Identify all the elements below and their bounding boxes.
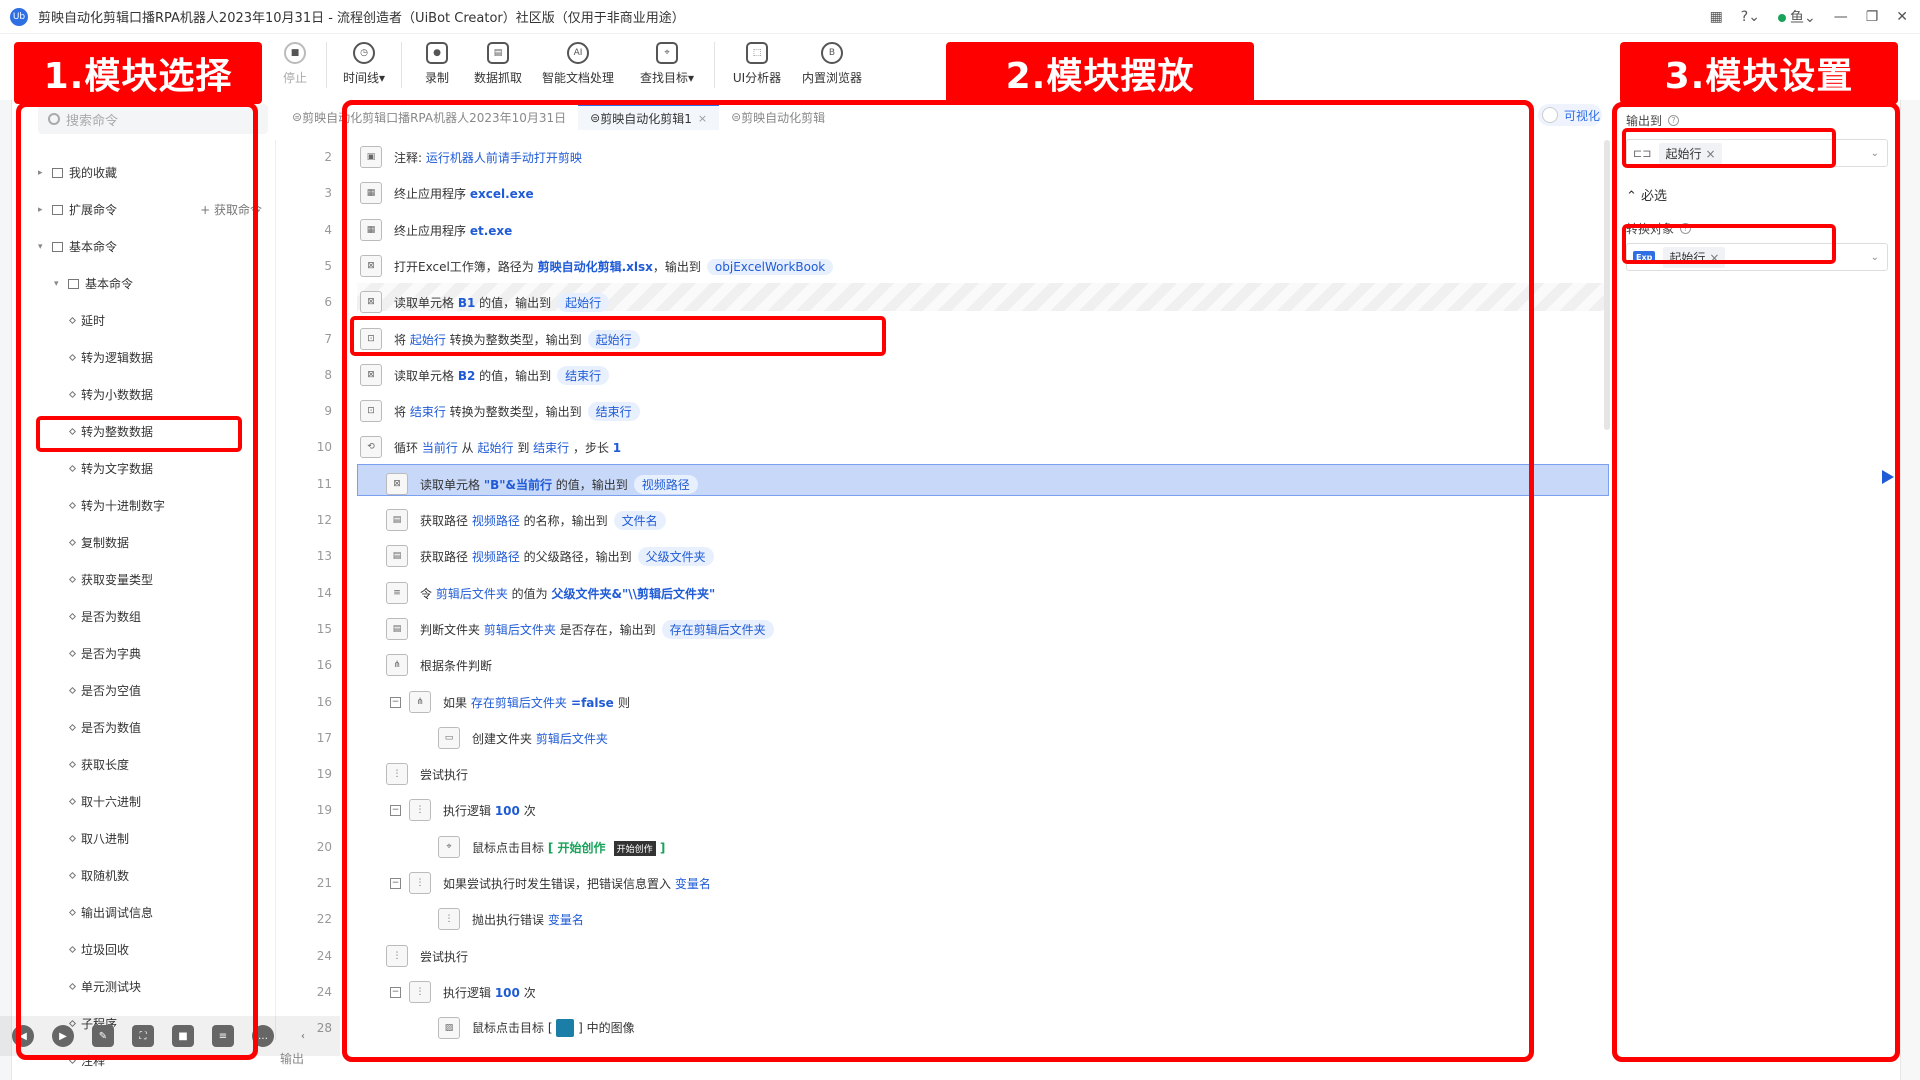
line-number: 20 <box>316 840 332 854</box>
gutter-divider <box>275 140 276 1040</box>
visualize-label: 可视化 <box>1564 108 1601 123</box>
browser-label: 内置浏览器 <box>801 71 862 85</box>
line-number: 22 <box>316 912 332 926</box>
help-icon[interactable]: ?⌄ <box>1741 9 1760 25</box>
status-dot <box>1777 14 1786 22</box>
highlight-output-field <box>1622 128 1836 168</box>
user-menu[interactable]: 鱼⌄ <box>1777 7 1816 27</box>
data-scrape-label: 数据抓取 <box>473 71 522 85</box>
stop-button[interactable]: ■ 停止 <box>270 36 320 94</box>
find-target-label: 查找目标▾ <box>639 71 695 85</box>
browser-button[interactable]: B 内置浏览器 <box>793 36 871 94</box>
section-box-1 <box>16 102 258 1060</box>
clock-icon: ◷ <box>353 42 375 64</box>
highlight-convert-field <box>1622 224 1836 264</box>
editor-scrollbar[interactable] <box>1604 140 1610 430</box>
section-label-3: 3.模块设置 <box>1620 42 1898 104</box>
stop-icon: ■ <box>284 42 306 64</box>
line-number: 10 <box>316 440 332 454</box>
find-target-button[interactable]: ⌖ 查找目标▾ <box>626 36 708 94</box>
title-bar: Ub 剪映自动化剪辑口播RPA机器人2023年10月31日 - 流程创造者（Ui… <box>0 0 1920 34</box>
line-number: 9 <box>324 404 332 418</box>
section-box-2 <box>342 100 1534 1062</box>
window-controls: ▦ ?⌄ 鱼⌄ — ❐ ✕ <box>1710 0 1908 34</box>
ai-doc-icon: AI <box>567 42 589 64</box>
ai-doc-button[interactable]: AI 智能文档处理 <box>530 36 626 94</box>
data-scrape-button[interactable]: ▤ 数据抓取 <box>466 36 530 94</box>
line-number: 8 <box>324 368 332 382</box>
grid-icon[interactable]: ▦ <box>1710 9 1723 25</box>
highlight-selected-command <box>36 416 242 452</box>
line-number: 5 <box>324 259 332 273</box>
line-number: 19 <box>316 803 332 817</box>
line-number: 7 <box>324 332 332 346</box>
close-icon[interactable]: ✕ <box>1896 9 1908 25</box>
line-number: 17 <box>316 731 332 745</box>
find-target-icon: ⌖ <box>656 42 678 64</box>
record-label: 录制 <box>424 71 449 85</box>
line-number: 14 <box>316 586 332 600</box>
line-number: 3 <box>324 186 332 200</box>
line-number: 12 <box>316 513 332 527</box>
line-number: 15 <box>316 622 332 636</box>
ui-analyzer-button[interactable]: ⬚ UI分析器 <box>721 36 793 94</box>
left-rail <box>0 100 12 1080</box>
user-name: 鱼 <box>1789 10 1804 26</box>
restore-icon[interactable]: ❐ <box>1866 9 1879 25</box>
record-button[interactable]: ● 录制 <box>408 36 466 94</box>
flow-icon: ⊜ <box>292 110 303 124</box>
section-label-2: 2.模块摆放 <box>946 42 1254 104</box>
data-scrape-icon: ▤ <box>487 42 509 64</box>
line-number: 24 <box>316 985 332 999</box>
visualize-toggle[interactable]: 可视化 <box>1538 104 1602 126</box>
line-number: 16 <box>316 658 332 672</box>
ai-doc-label: 智能文档处理 <box>541 71 614 85</box>
ui-analyzer-label: UI分析器 <box>732 71 782 85</box>
section-label-1: 1.模块选择 <box>14 42 262 104</box>
line-number: 24 <box>316 949 332 963</box>
ui-analyzer-icon: ⬚ <box>746 42 768 64</box>
line-number: 16 <box>316 695 332 709</box>
timeline-label: 时间线▾ <box>342 71 386 85</box>
record-icon: ● <box>426 42 448 64</box>
window-title: 剪映自动化剪辑口播RPA机器人2023年10月31日 - 流程创造者（UiBot… <box>38 11 685 26</box>
toolbar-divider <box>326 42 327 88</box>
toolbar-divider <box>401 42 402 88</box>
line-number: 21 <box>316 876 332 890</box>
line-number: 19 <box>316 767 332 781</box>
browser-icon: B <box>821 42 843 64</box>
right-rail <box>1900 100 1920 1080</box>
app-logo-icon: Ub <box>10 7 28 26</box>
toggle-knob <box>1542 107 1558 123</box>
line-number: 6 <box>324 295 332 309</box>
stop-label: 停止 <box>282 71 307 85</box>
highlight-selected-row <box>350 316 886 356</box>
timeline-button[interactable]: ◷ 时间线▾ <box>333 36 395 94</box>
line-number: 13 <box>316 549 332 563</box>
main-toolbar: ■ 停止 ◷ 时间线▾ ● 录制 ▤ 数据抓取 AI 智能文档处理 ⌖ 查找目标… <box>270 36 871 94</box>
minimize-icon[interactable]: — <box>1834 9 1848 25</box>
line-number: 2 <box>324 150 332 164</box>
line-number: 11 <box>316 477 332 491</box>
collapse-icon[interactable]: ‹ <box>292 1025 314 1047</box>
line-number: 4 <box>324 223 332 237</box>
toolbar-divider <box>714 42 715 88</box>
